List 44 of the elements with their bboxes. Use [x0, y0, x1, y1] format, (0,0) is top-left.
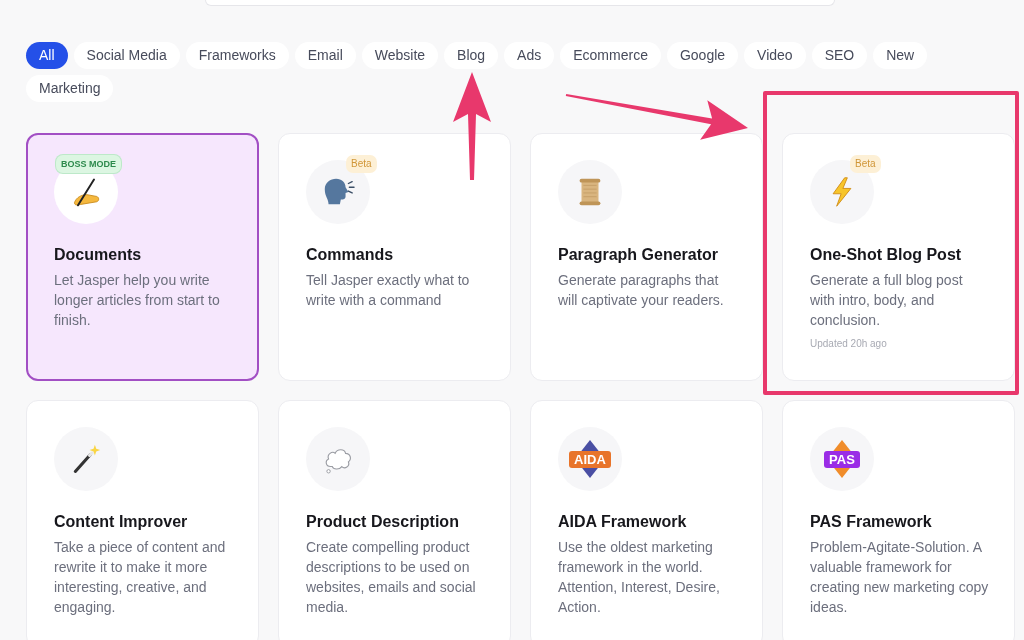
- card-title: Commands: [306, 245, 395, 265]
- filter-chip[interactable]: Social Media: [73, 42, 180, 69]
- card-title: AIDA Framework: [558, 512, 688, 532]
- card-title: One-Shot Blog Post: [810, 245, 963, 265]
- card-title: PAS Framework: [810, 512, 933, 532]
- filter-chip[interactable]: Google: [666, 42, 739, 69]
- filter-chip[interactable]: Email: [294, 42, 356, 69]
- template-card[interactable]: BOSS MODE Documents Let Jasper help you write longer articles from start to finish.: [26, 133, 259, 381]
- card-description: Take a piece of content and rewrite it to make it more interesting, creative, and engaging.: [54, 538, 227, 617]
- up-arrow-icon: [452, 72, 492, 182]
- filter-chip[interactable]: All: [26, 42, 68, 69]
- filter-chip[interactable]: Frameworks: [185, 42, 289, 69]
- card-description: Problem-Agitate-Solution. A valuable framework for creating new marketing copy ideas.: [810, 538, 989, 617]
- filter-chip[interactable]: Ecommerce: [560, 42, 661, 69]
- card-description: Let Jasper help you write longer articles from start to finish.: [54, 271, 221, 330]
- card-description: Create compelling product descriptions to be used on websites, emails and social media.: [306, 538, 477, 617]
- beta-badge: Beta: [850, 155, 881, 173]
- beta-badge: Beta: [346, 155, 377, 173]
- template-card[interactable]: Paragraph Generator Generate paragraphs that will captivate your readers.: [530, 133, 763, 381]
- card-description: Tell Jasper exactly what to write with a command: [306, 271, 471, 310]
- template-card[interactable]: AIDA AIDA Framework Use the oldest marketing framework in the world. Attention, Interest, Desire, Action.: [530, 400, 763, 640]
- template-card[interactable]: Content Improver Take a piece of content and rewrite it to make it more interesting, creative, and engaging.: [26, 400, 259, 640]
- mode-badge: BOSS MODE: [56, 155, 121, 173]
- filter-chip[interactable]: Blog: [444, 42, 499, 69]
- filter-chip[interactable]: Marketing: [26, 75, 114, 102]
- filter-chip[interactable]: Video: [744, 42, 806, 69]
- filter-chip[interactable]: SEO: [811, 42, 868, 69]
- card-description: Generate paragraphs that will captivate your readers.: [558, 271, 725, 310]
- logo-label: AIDA: [569, 450, 611, 468]
- template-card[interactable]: PAS PAS Framework Problem-Agitate-Solution. A valuable framework for creating new marketing copy ideas.: [782, 400, 1015, 640]
- input-field[interactable]: [205, 0, 835, 6]
- card-title: Paragraph Generator: [558, 245, 720, 265]
- card-title: Content Improver: [54, 512, 189, 532]
- card-description: Use the oldest marketing framework in the world. Attention, Interest, Desire, Action.: [558, 538, 721, 617]
- card-description: Generate a full blog post with intro, body, and conclusion.: [810, 271, 964, 330]
- filter-chip[interactable]: Ads: [504, 42, 555, 69]
- card-title: Documents: [54, 245, 143, 265]
- template-card[interactable]: Product Description Create compelling product descriptions to be used on websites, emails and social media.: [278, 400, 511, 640]
- updated-time: Updated 20h ago: [810, 337, 888, 351]
- logo-label: PAS: [824, 450, 860, 468]
- template-card[interactable]: Beta Commands Tell Jasper exactly what to write with a command: [278, 133, 511, 381]
- filter-chip[interactable]: New: [873, 42, 928, 69]
- card-title: Product Description: [306, 512, 460, 532]
- filter-chip[interactable]: Website: [361, 42, 439, 69]
